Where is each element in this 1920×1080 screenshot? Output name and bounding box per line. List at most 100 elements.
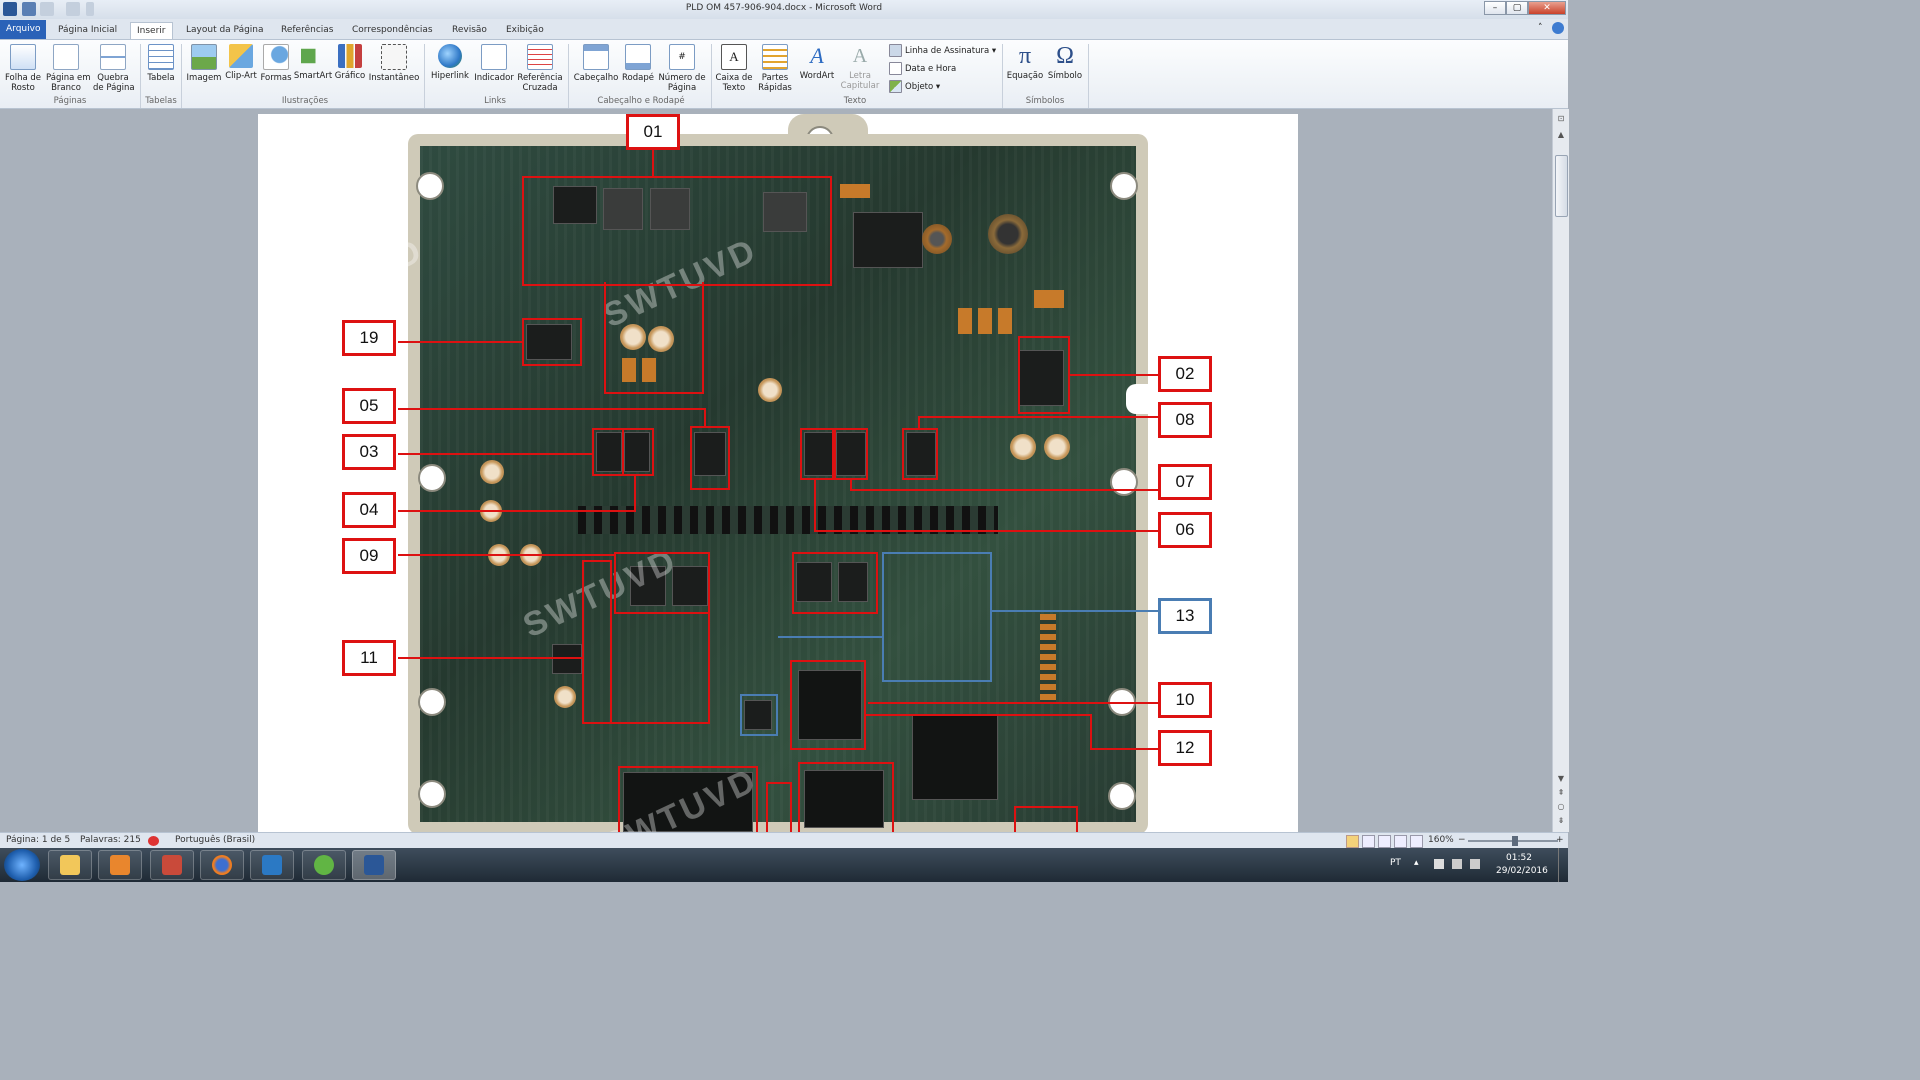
tray-volume-icon[interactable] [1470, 859, 1480, 869]
windows-start-button[interactable] [4, 849, 40, 881]
mounting-hole [416, 172, 444, 200]
vertical-scrollbar[interactable]: ⊡ ▲ ▼ ⇞ ○ ⇟ [1552, 109, 1569, 832]
cabecalho-button[interactable]: Cabeçalho [573, 40, 619, 83]
callout-label-12: 12 [1158, 730, 1212, 766]
objeto-button[interactable]: Objeto ▾ [889, 79, 940, 95]
clip-art-icon [229, 44, 253, 68]
zoom-out-button[interactable]: − [1458, 833, 1466, 848]
zoom-in-button[interactable]: + [1556, 833, 1564, 848]
cross-reference-icon [527, 44, 553, 70]
taskbar-utorrent[interactable] [302, 850, 346, 880]
tab-inserir[interactable]: Inserir [130, 22, 173, 39]
chart-icon [338, 44, 362, 68]
tab-referencias[interactable]: Referências [275, 22, 340, 39]
maximize-button[interactable]: ▢ [1506, 1, 1528, 15]
rodape-button[interactable]: Rodapé [618, 40, 658, 83]
taskbar-app[interactable] [150, 850, 194, 880]
instantaneo-button[interactable]: Instantâneo [368, 40, 420, 83]
help-icon[interactable] [1552, 22, 1564, 34]
browse-object-button[interactable]: ○ [1553, 801, 1569, 813]
callout-label-10: 10 [1158, 682, 1212, 718]
page-count[interactable]: Página: 1 de 5 [6, 833, 70, 848]
tray-language[interactable]: PT [1390, 858, 1401, 868]
screenshot-icon [381, 44, 407, 70]
highlight-04 [622, 428, 654, 476]
scroll-down-button[interactable]: ▼ [1553, 773, 1569, 785]
component [853, 212, 923, 268]
tray-time[interactable]: 01:52 [1506, 853, 1532, 863]
word-count[interactable]: Palavras: 215 [80, 833, 141, 848]
show-desktop-button[interactable] [1558, 848, 1569, 882]
clip-art-button[interactable]: Clip-Art [221, 40, 261, 81]
highlight-02 [1018, 336, 1070, 414]
taskbar-app-x[interactable] [250, 850, 294, 880]
draft-view-icon[interactable] [1410, 835, 1423, 848]
caixa-de-texto-button[interactable]: A Caixa de Texto [714, 40, 754, 93]
quebra-de-pagina-button[interactable]: Quebra de Página [93, 40, 135, 93]
utorrent-icon [314, 855, 334, 875]
web-layout-view-icon[interactable] [1378, 835, 1391, 848]
next-page-button[interactable]: ⇟ [1553, 815, 1569, 827]
indicador-button[interactable]: Indicador [472, 40, 516, 83]
hiperlink-button[interactable]: Hiperlink [430, 40, 470, 81]
taskbar-media-player[interactable] [98, 850, 142, 880]
word-icon [364, 855, 384, 875]
callout-label-01: 01 [626, 114, 680, 150]
taskbar-word[interactable] [352, 850, 396, 880]
equacao-button[interactable]: π Equação [1005, 40, 1045, 81]
minimize-ribbon-icon[interactable]: ˄ [1538, 23, 1543, 33]
simbolo-button[interactable]: Ω Símbolo [1045, 40, 1085, 81]
tray-expand-icon[interactable]: ▴ [1414, 858, 1419, 868]
taskbar-explorer[interactable] [48, 850, 92, 880]
group-simbolos: Símbolos [1025, 96, 1065, 106]
outline-view-icon[interactable] [1394, 835, 1407, 848]
numero-de-pagina-button[interactable]: # Número de Página [656, 40, 708, 93]
pagina-em-branco-button[interactable]: Página em Branco [46, 40, 91, 93]
formas-button[interactable]: Formas [256, 40, 296, 83]
tab-layout-da-pagina[interactable]: Layout da Página [180, 22, 270, 39]
data-e-hora-button[interactable]: Data e Hora [889, 61, 956, 77]
scrollbar-thumb[interactable] [1555, 155, 1568, 217]
tab-revisao[interactable]: Revisão [446, 22, 493, 39]
highlight-crystal [766, 782, 792, 832]
referencia-cruzada-button[interactable]: Referência Cruzada [517, 40, 563, 93]
leader-line-19 [398, 341, 524, 343]
full-screen-view-icon[interactable] [1362, 835, 1375, 848]
footer-icon [625, 44, 651, 70]
previous-page-button[interactable]: ⇞ [1553, 787, 1569, 799]
cover-page-icon [10, 44, 36, 70]
print-layout-view-icon[interactable] [1346, 835, 1359, 848]
grafico-button[interactable]: Gráfico [330, 40, 370, 81]
tab-exibicao[interactable]: Exibição [500, 22, 550, 39]
smartart-button[interactable]: SmartArt [293, 40, 333, 81]
tray-flag-icon[interactable] [1434, 859, 1444, 869]
linha-de-assinatura-button[interactable]: Linha de Assinatura ▾ [889, 43, 996, 59]
ruler-toggle-icon[interactable]: ⊡ [1553, 113, 1569, 125]
zoom-slider-thumb[interactable] [1512, 836, 1518, 846]
letra-capitular-button[interactable]: A Letra Capitular [840, 40, 880, 91]
taskbar-firefox[interactable] [200, 850, 244, 880]
imagem-button[interactable]: Imagem [184, 40, 224, 83]
folha-de-rosto-button[interactable]: Folha de Rosto [3, 40, 43, 93]
tray-network-icon[interactable] [1452, 859, 1462, 869]
tab-arquivo[interactable]: Arquivo [0, 20, 47, 39]
proofing-error-icon[interactable] [148, 836, 159, 846]
minimize-button[interactable]: – [1484, 1, 1506, 15]
close-button[interactable]: ✕ [1528, 1, 1566, 15]
zoom-level[interactable]: 160% [1428, 833, 1454, 848]
firefox-icon [212, 855, 232, 875]
scroll-up-button[interactable]: ▲ [1553, 129, 1569, 141]
database-app-icon [162, 855, 182, 875]
tab-pagina-inicial[interactable]: Página Inicial [52, 22, 123, 39]
ribbon-separator [711, 44, 712, 108]
wordart-button[interactable]: A WordArt [797, 40, 837, 82]
tabela-button[interactable]: Tabela [141, 40, 181, 83]
partes-rapidas-button[interactable]: Partes Rápidas [755, 40, 795, 93]
language-indicator[interactable]: Português (Brasil) [175, 833, 255, 848]
tray-date[interactable]: 29/02/2016 [1496, 866, 1548, 876]
tab-correspondencias[interactable]: Correspondências [346, 22, 439, 39]
callout-label-09: 09 [342, 538, 396, 574]
watermark: SWTUVD [258, 500, 304, 606]
document-page[interactable]: SWTUVD SWTUVD SWTUVD SWTUVD SWTUVD 01 02 [258, 114, 1298, 832]
capacitor [1010, 434, 1036, 460]
